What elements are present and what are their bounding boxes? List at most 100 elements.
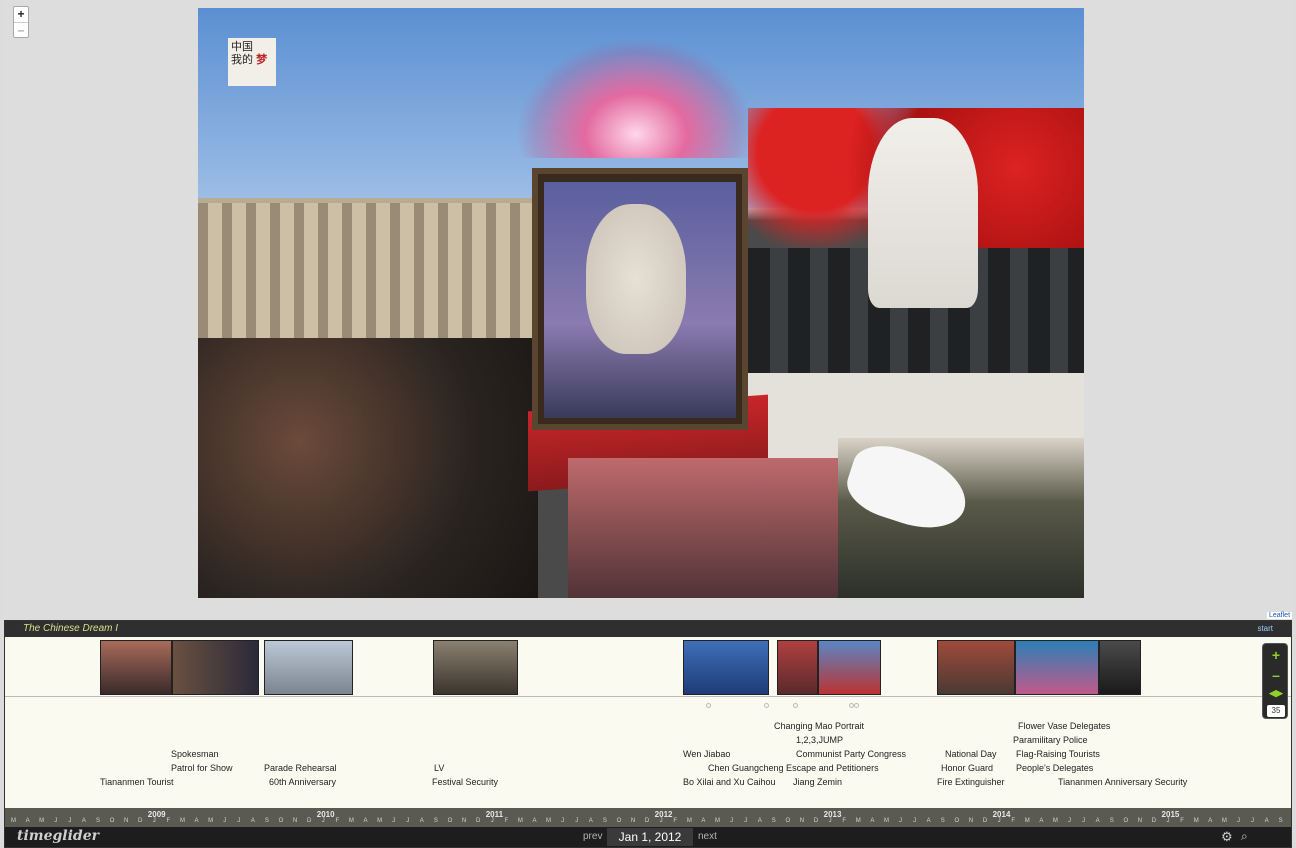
event-patrol-for-show[interactable]: Patrol for Show: [171, 763, 233, 773]
thumbnail-paramilitary-police[interactable]: [1099, 640, 1141, 695]
event-60th-anniversary[interactable]: 60th Anniversary: [269, 777, 336, 787]
gear-icon[interactable]: ⚙: [1221, 829, 1233, 845]
month-tick: A: [757, 818, 762, 824]
month-tick: O: [109, 818, 115, 824]
event-flower-vase-delegates[interactable]: Flower Vase Delegates: [1018, 721, 1110, 731]
event-jiang-zemin[interactable]: Jiang Zemin: [793, 777, 842, 787]
sticker-line-1: 中国: [231, 41, 253, 53]
event-marker[interactable]: [706, 703, 711, 708]
event-paramilitary-police[interactable]: Paramilitary Police: [1013, 735, 1088, 745]
timeline-ruler[interactable]: MAMJJASONDJFMAMJJASONDJFMAMJJASONDJFMAMJ…: [5, 808, 1291, 828]
month-tick: M: [546, 818, 552, 824]
thumbnail-tiananmen-tourist[interactable]: [100, 640, 172, 695]
month-tick: O: [1288, 818, 1291, 824]
month-tick: D: [813, 818, 819, 824]
month-tick: S: [433, 818, 438, 824]
thumbnail-wen-jiabao[interactable]: [683, 640, 769, 695]
map-zoom-out-button[interactable]: –: [14, 22, 28, 37]
map-viewport[interactable]: + – 中国 我的 梦: [4, 0, 1292, 620]
fireworks-panel: [516, 38, 756, 158]
event-marker[interactable]: [793, 703, 798, 708]
event-wen-jiabao[interactable]: Wen Jiabao: [683, 749, 730, 759]
month-tick: N: [968, 818, 974, 824]
event-peoples-delegates[interactable]: People's Delegates: [1016, 763, 1093, 773]
event-tiananmen-tourist[interactable]: Tiananmen Tourist: [100, 777, 174, 787]
year-label: 2013: [823, 810, 842, 819]
month-tick: M: [348, 818, 354, 824]
current-date-display[interactable]: Jan 1, 2012: [607, 828, 693, 846]
event-fire-extinguisher[interactable]: Fire Extinguisher: [937, 777, 1005, 787]
month-tick: N: [1137, 818, 1143, 824]
month-tick: J: [237, 818, 241, 824]
month-tick: J: [730, 818, 734, 824]
event-festival-security[interactable]: Festival Security: [432, 777, 498, 787]
collage-artwork[interactable]: 中国 我的 梦: [198, 8, 1084, 598]
zoom-level-badge: 35: [1267, 705, 1285, 717]
month-tick: S: [940, 818, 945, 824]
start-link[interactable]: start: [1257, 624, 1273, 633]
year-label: 2012: [654, 810, 673, 819]
event-honor-guard[interactable]: Honor Guard: [941, 763, 993, 773]
month-tick: A: [25, 818, 30, 824]
thumbnail-spokesman[interactable]: [172, 640, 259, 695]
next-button[interactable]: next: [698, 831, 717, 842]
search-icon[interactable]: ⌕: [1241, 829, 1248, 844]
month-tick: O: [447, 818, 453, 824]
month-tick: M: [39, 818, 45, 824]
month-tick: M: [377, 818, 383, 824]
month-tick: M: [1024, 818, 1030, 824]
thumbnail-parade-rehearsal[interactable]: [264, 640, 353, 695]
month-tick: N: [123, 818, 129, 824]
timeline-zoom-in-button[interactable]: +: [1267, 648, 1285, 662]
event-chen-guangcheng[interactable]: Chen Guangcheng Escape and Petitioners: [708, 763, 879, 773]
month-tick: M: [883, 818, 889, 824]
month-tick: J: [1082, 818, 1086, 824]
month-tick: D: [307, 818, 312, 824]
event-flag-raising-tourists[interactable]: Flag-Raising Tourists: [1016, 749, 1100, 759]
event-123-jump[interactable]: 1,2,3,JUMP: [796, 735, 843, 745]
thumbnail-lv[interactable]: [433, 640, 518, 695]
map-zoom-in-button[interactable]: +: [14, 7, 28, 22]
month-tick: O: [954, 818, 960, 824]
month-tick: O: [616, 818, 622, 824]
event-marker[interactable]: [854, 703, 859, 708]
thumbnail-band: [5, 637, 1291, 697]
thumbnail-communist-party-congress[interactable]: [818, 640, 881, 695]
month-tick: J: [561, 818, 565, 824]
month-tick: S: [95, 818, 100, 824]
month-tick: A: [194, 818, 199, 824]
map-zoom-control: + –: [13, 6, 29, 38]
month-tick: M: [1052, 818, 1058, 824]
event-changing-mao-portrait[interactable]: Changing Mao Portrait: [774, 721, 864, 731]
thumbnail-changing-mao-portrait[interactable]: [777, 640, 818, 695]
month-tick: D: [644, 818, 650, 824]
leaflet-attribution-link[interactable]: Leaflet: [1267, 612, 1293, 619]
prev-button[interactable]: prev: [583, 831, 602, 842]
event-tiananmen-anniversary-security[interactable]: Tiananmen Anniversary Security: [1058, 777, 1187, 787]
event-spokesman[interactable]: Spokesman: [171, 749, 219, 759]
month-tick: J: [1236, 818, 1240, 824]
mao-face-collage: [586, 204, 686, 354]
month-tick: N: [799, 818, 805, 824]
month-tick: J: [54, 818, 58, 824]
thumbnail-national-day[interactable]: [937, 640, 1015, 695]
month-tick: A: [419, 818, 424, 824]
event-bo-xilai[interactable]: Bo Xilai and Xu Caihou: [683, 777, 776, 787]
event-communist-party-congress[interactable]: Communist Party Congress: [796, 749, 906, 759]
taichi-figure: [868, 118, 978, 308]
month-tick: A: [363, 818, 368, 824]
month-tick: S: [771, 818, 776, 824]
month-tick: A: [250, 818, 255, 824]
event-marker[interactable]: [764, 703, 769, 708]
event-national-day[interactable]: National Day: [945, 749, 997, 759]
month-tick: N: [292, 818, 298, 824]
timeline-zoom-out-button[interactable]: –: [1267, 668, 1285, 682]
thumbnail-flower-vase-delegates[interactable]: [1015, 640, 1099, 695]
month-tick: A: [532, 818, 537, 824]
event-parade-rehearsal[interactable]: Parade Rehearsal: [264, 763, 337, 773]
month-tick: N: [630, 818, 636, 824]
month-tick: J: [223, 818, 227, 824]
timeline-pan-arrows[interactable]: ◀▶: [1267, 686, 1285, 700]
event-lv[interactable]: LV: [434, 763, 444, 773]
phone-photo-panel: [568, 458, 848, 598]
